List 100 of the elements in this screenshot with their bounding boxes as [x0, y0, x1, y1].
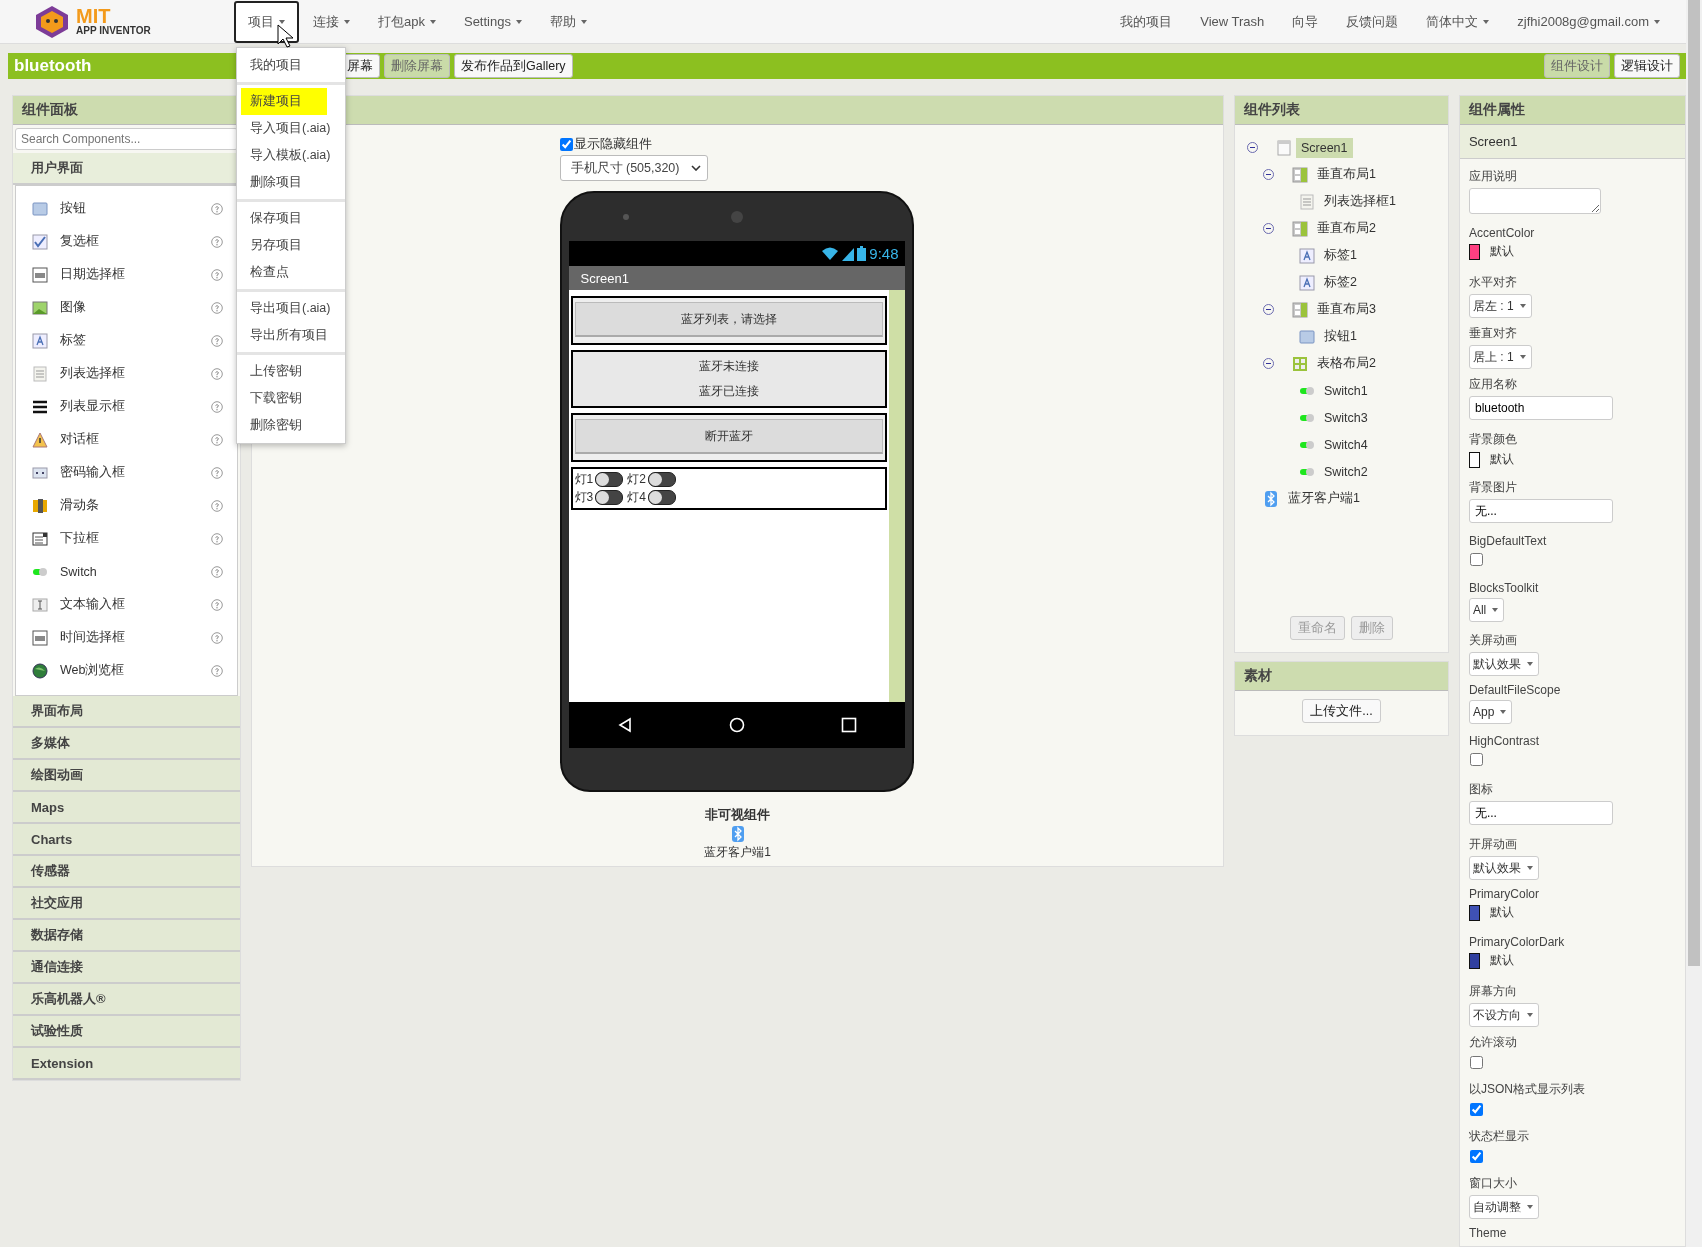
checkbox[interactable] — [1469, 1056, 1483, 1069]
checkbox[interactable] — [559, 138, 573, 151]
color-swatch[interactable] — [1468, 451, 1480, 468]
dropdown[interactable]: 居上 : 1 — [1468, 345, 1532, 369]
tree-item[interactable]: 标签2 — [1318, 271, 1362, 294]
category-header[interactable]: 绘图动画 — [13, 760, 241, 792]
category-header[interactable]: 试验性质 — [13, 1016, 241, 1048]
help-icon[interactable] — [211, 631, 224, 644]
help-icon[interactable] — [211, 400, 224, 413]
help-icon[interactable] — [211, 334, 224, 347]
checkbox[interactable] — [1469, 1150, 1483, 1163]
category-header[interactable]: Maps — [13, 792, 241, 824]
tree-item[interactable]: Switch1 — [1318, 380, 1373, 401]
nav-menu[interactable]: 帮助 — [535, 0, 601, 43]
tree-item[interactable]: Screen1 — [1295, 137, 1353, 158]
palette-item[interactable]: 复选框 — [60, 233, 200, 250]
menu-item[interactable]: 我的项目 — [241, 52, 327, 79]
category-header[interactable]: Extension — [13, 1048, 241, 1080]
view-toggle-button[interactable]: 组件设计 — [1544, 54, 1610, 79]
category-header[interactable]: 界面布局 — [13, 696, 241, 728]
nav-link[interactable]: 我的项目 — [1106, 0, 1187, 43]
nav-link[interactable]: zjfhi2008g@gmail.com — [1503, 2, 1674, 42]
menu-item[interactable]: 另存项目 — [241, 232, 327, 259]
nav-menu[interactable]: 连接 — [299, 0, 364, 43]
category-header[interactable]: 社交应用 — [13, 888, 241, 920]
tree-item[interactable]: Switch2 — [1318, 461, 1373, 482]
dropdown[interactable]: 居左 : 1 — [1468, 294, 1532, 318]
menu-item[interactable]: 删除密钥 — [241, 412, 327, 439]
toggle-switch[interactable] — [595, 490, 624, 505]
search-field[interactable]: Search Components... — [15, 128, 239, 150]
tree-item[interactable]: 标签1 — [1318, 244, 1362, 267]
category-header[interactable]: 多媒体 — [13, 728, 241, 760]
nav-menu[interactable]: 打包apk — [364, 0, 450, 43]
help-icon[interactable] — [211, 532, 224, 545]
help-icon[interactable] — [211, 664, 224, 677]
help-icon[interactable] — [211, 499, 224, 512]
category-header[interactable]: 乐高机器人® — [13, 984, 241, 1016]
palette-item[interactable]: Switch — [60, 564, 200, 579]
menu-item[interactable]: 上传密钥 — [241, 358, 327, 385]
color-swatch[interactable] — [1468, 952, 1480, 969]
category-header[interactable]: 数据存储 — [13, 920, 241, 952]
palette-item[interactable]: 滑动条 — [60, 497, 200, 514]
tree-item[interactable]: 按钮1 — [1318, 325, 1362, 348]
category-header[interactable]: 传感器 — [13, 856, 241, 888]
palette-item[interactable]: 列表选择框 — [60, 365, 200, 382]
help-icon[interactable] — [211, 202, 224, 215]
palette-item[interactable]: 密码输入框 — [60, 464, 200, 481]
category-header[interactable]: 通信连接 — [13, 952, 241, 984]
checkbox[interactable] — [1469, 753, 1483, 766]
dropdown[interactable]: 默认效果 — [1468, 856, 1539, 880]
menu-item[interactable]: 导出所有项目 — [241, 322, 327, 349]
help-icon[interactable] — [211, 565, 224, 578]
dropdown[interactable]: All — [1468, 598, 1505, 622]
menu-item[interactable]: 保存项目 — [241, 205, 327, 232]
tree-item[interactable]: Switch3 — [1318, 407, 1373, 428]
input-field[interactable]: 无... — [1468, 499, 1613, 523]
help-icon[interactable] — [211, 433, 224, 446]
nav-link[interactable]: 简体中文 — [1412, 0, 1504, 43]
dropdown[interactable]: 默认效果 — [1468, 652, 1539, 676]
dropdown[interactable]: 自动调整 — [1468, 1195, 1539, 1219]
input-field[interactable]: 无... — [1468, 801, 1613, 825]
palette-item[interactable]: 按钮 — [60, 200, 200, 217]
checkbox[interactable] — [1469, 1103, 1483, 1116]
toggle-switch[interactable] — [595, 472, 624, 487]
palette-item[interactable]: 对话框 — [60, 431, 200, 448]
input-field[interactable]: bluetooth — [1468, 396, 1613, 420]
menu-item[interactable]: 删除项目 — [241, 169, 327, 196]
menu-item[interactable]: 下载密钥 — [241, 385, 327, 412]
dropdown[interactable]: App — [1468, 700, 1513, 724]
color-swatch[interactable] — [1468, 904, 1480, 921]
palette-item[interactable]: 文本输入框 — [60, 596, 200, 613]
palette-item[interactable]: 图像 — [60, 299, 200, 316]
toolbar-button[interactable]: 发布作品到Gallery — [454, 54, 573, 79]
tree-item[interactable]: 表格布局2 — [1311, 352, 1381, 375]
help-icon[interactable] — [211, 598, 224, 611]
help-icon[interactable] — [211, 268, 224, 281]
tree-item[interactable]: 垂直布局2 — [1311, 217, 1381, 240]
palette-item[interactable]: 列表显示框 — [60, 398, 200, 415]
scrollbar-thumb[interactable] — [1688, 0, 1700, 966]
palette-item[interactable]: 下拉框 — [60, 530, 200, 547]
palette-item[interactable]: 时间选择框 — [60, 629, 200, 646]
tree-item[interactable]: 垂直布局1 — [1311, 163, 1381, 186]
help-icon[interactable] — [211, 235, 224, 248]
size-dropdown[interactable]: 手机尺寸 (505,320) — [559, 155, 709, 181]
tree-item[interactable]: 列表选择框1 — [1318, 190, 1401, 213]
tree-item[interactable]: Switch4 — [1318, 434, 1373, 455]
recents-icon[interactable] — [840, 717, 857, 733]
nav-link[interactable]: View Trash — [1186, 2, 1279, 42]
dropdown[interactable]: 不设方向 — [1468, 1003, 1539, 1027]
palette-item[interactable]: 标签 — [60, 332, 200, 349]
help-icon[interactable] — [211, 367, 224, 380]
color-swatch[interactable] — [1468, 243, 1480, 260]
checkbox[interactable] — [1469, 553, 1483, 566]
view-toggle-button[interactable]: 逻辑设计 — [1614, 54, 1680, 79]
nav-link[interactable]: 反馈问题 — [1332, 0, 1413, 43]
category-header[interactable]: Charts — [13, 824, 241, 856]
nav-link[interactable]: 向导 — [1278, 0, 1333, 43]
nav-menu[interactable]: Settings — [449, 2, 536, 42]
help-icon[interactable] — [211, 466, 224, 479]
home-icon[interactable] — [728, 717, 745, 733]
